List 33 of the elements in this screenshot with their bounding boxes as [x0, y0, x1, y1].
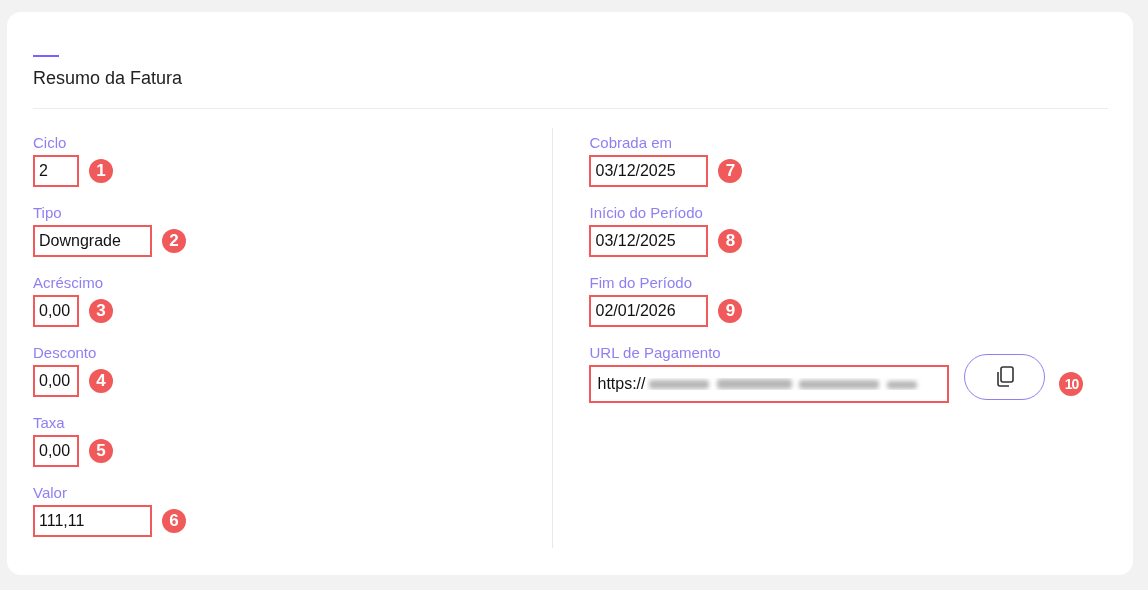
- field-value: 111,11: [33, 505, 152, 537]
- copy-button[interactable]: [964, 354, 1046, 400]
- number-badge: 9: [718, 299, 743, 323]
- number-badge: 7: [718, 159, 743, 183]
- number-badge: 2: [162, 229, 186, 253]
- field-label: Acréscimo: [33, 273, 103, 293]
- field-value: 0,00: [33, 295, 79, 327]
- number-badge: 4: [89, 369, 113, 393]
- number-badge: 8: [718, 229, 743, 253]
- field-label: Tipo: [33, 203, 62, 223]
- field-label: Taxa: [33, 413, 65, 433]
- number-badge: 6: [162, 509, 186, 533]
- field-label: Início do Período: [589, 203, 703, 223]
- field-value: 03/12/2025: [589, 155, 709, 187]
- number-badge: 5: [89, 439, 113, 463]
- field-value: 0,00: [33, 365, 79, 397]
- url-field[interactable]: https://: [589, 365, 950, 403]
- field-label: Valor: [33, 483, 67, 503]
- number-badge: 1: [89, 159, 113, 183]
- field-label: URL de Pagamento: [589, 343, 721, 363]
- field-label: Fim do Período: [589, 273, 693, 293]
- field-value: 2: [33, 155, 79, 187]
- field-value: Downgrade: [33, 225, 152, 257]
- field-value: 03/12/2025: [589, 225, 709, 257]
- field-label: Desconto: [33, 343, 97, 363]
- field-label: Cobrada em: [589, 133, 673, 153]
- field-value: 02/01/2026: [589, 295, 709, 327]
- field-label: Ciclo: [33, 133, 67, 153]
- number-badge: 10: [1059, 372, 1084, 396]
- number-badge: 3: [89, 299, 113, 323]
- card-title: Resumo da Fatura: [33, 68, 184, 89]
- field-value: 0,00: [33, 435, 79, 467]
- copy-icon: [995, 366, 1015, 388]
